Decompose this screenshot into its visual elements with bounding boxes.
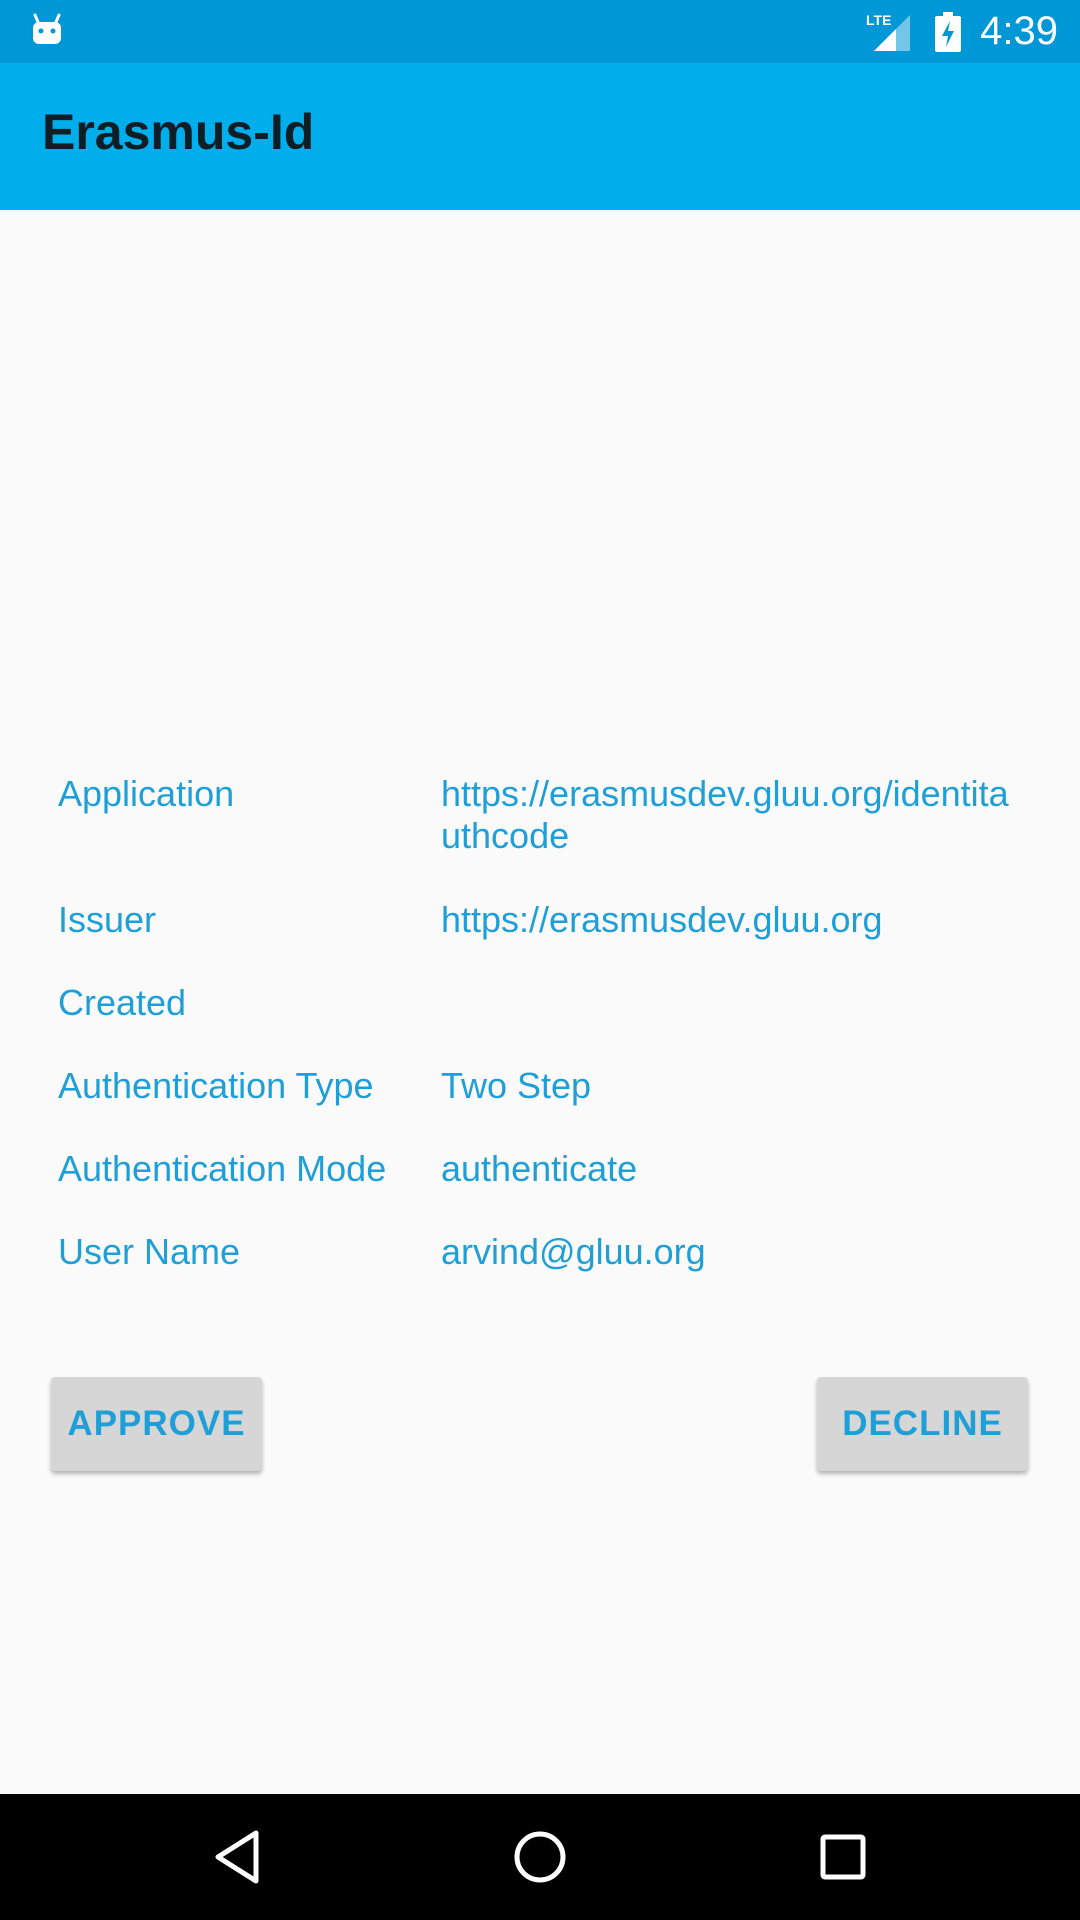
application-value: https://erasmusdev.gluu.org/identitauthc… (441, 773, 1009, 856)
detail-row-auth-mode: Authentication Mode authenticate (58, 1148, 1038, 1231)
status-bar: LTE 4:39 (0, 0, 1080, 63)
auth-mode-label: Authentication Mode (58, 1148, 387, 1189)
status-icons: LTE 4:39 (866, 0, 1058, 63)
screen: LTE 4:39 Erasmus-Id Application https://… (0, 0, 1080, 1920)
auth-type-value: Two Step (441, 1065, 592, 1106)
issuer-label: Issuer (58, 899, 157, 940)
app-bar: Erasmus-Id (0, 63, 1080, 210)
app-title: Erasmus-Id (42, 104, 315, 160)
lte-label: LTE (866, 12, 891, 28)
detail-row-application: Application https://erasmusdev.gluu.org/… (58, 773, 1038, 899)
user-name-label: User Name (58, 1231, 241, 1272)
auth-type-label: Authentication Type (58, 1065, 374, 1106)
detail-row-user-name: User Name arvind@gluu.org (58, 1231, 1038, 1314)
detail-row-issuer: Issuer https://erasmusdev.gluu.org (58, 899, 1038, 982)
detail-row-auth-type: Authentication Type Two Step (58, 1065, 1038, 1148)
home-button[interactable] (505, 1822, 575, 1892)
detail-row-created: Created (58, 982, 1038, 1065)
request-details: Application https://erasmusdev.gluu.org/… (58, 773, 1038, 1314)
created-label: Created (58, 982, 187, 1023)
clock: 4:39 (980, 9, 1058, 53)
issuer-value: https://erasmusdev.gluu.org (441, 899, 883, 940)
battery-charging-icon (935, 11, 962, 52)
recent-apps-button[interactable] (808, 1822, 878, 1892)
navigation-bar (0, 1794, 1080, 1920)
home-icon (514, 1831, 566, 1883)
recent-apps-icon (820, 1834, 866, 1880)
back-button[interactable] (202, 1822, 272, 1892)
application-label: Application (58, 773, 235, 814)
auth-mode-value: authenticate (441, 1148, 638, 1189)
approve-button[interactable]: APPROVE (51, 1377, 262, 1471)
back-icon (215, 1830, 259, 1884)
lte-signal-icon: LTE (866, 12, 911, 51)
user-name-value: arvind@gluu.org (441, 1231, 706, 1272)
android-icon (33, 13, 61, 44)
decline-button[interactable]: DECLINE (817, 1377, 1028, 1471)
